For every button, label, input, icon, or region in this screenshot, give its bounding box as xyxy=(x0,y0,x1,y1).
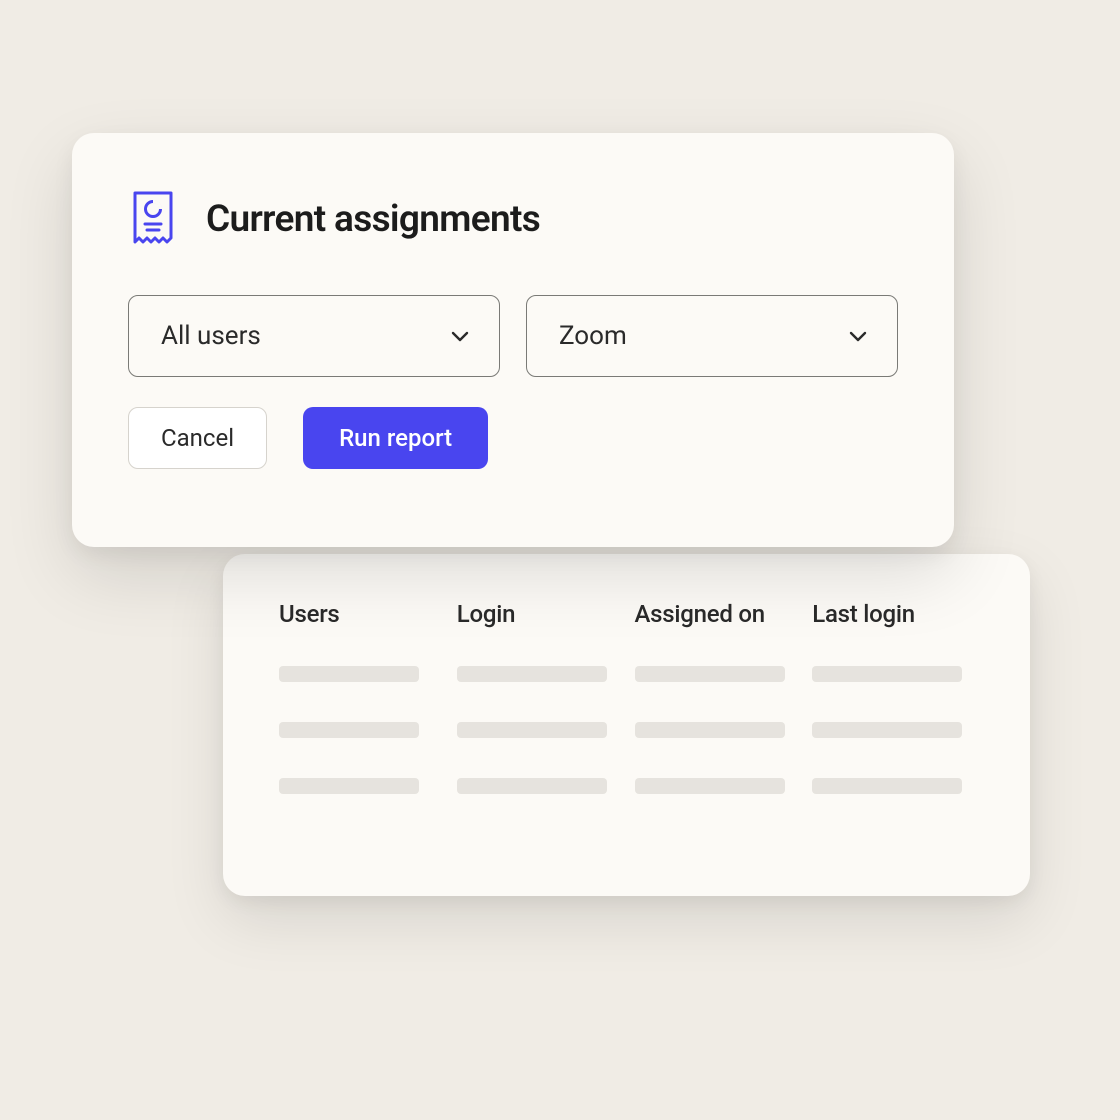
app-select[interactable]: Zoom xyxy=(526,295,898,377)
skeleton-cell xyxy=(279,666,419,682)
results-header: Users Login Assigned on Last login xyxy=(279,600,974,628)
card-header: Current assignments xyxy=(128,191,898,247)
column-header-users: Users xyxy=(279,600,441,628)
skeleton-cell xyxy=(279,722,419,738)
skeleton-cell xyxy=(635,722,785,738)
skeleton-cell xyxy=(635,778,785,794)
skeleton-cell xyxy=(812,722,962,738)
skeleton-cell xyxy=(457,666,607,682)
chevron-down-icon xyxy=(449,325,471,347)
selects-row: All users Zoom xyxy=(128,295,898,377)
controls-card: Current assignments All users Zoom xyxy=(72,133,954,547)
column-header-assigned-on: Assigned on xyxy=(635,600,797,628)
app-select-label: Zoom xyxy=(559,321,627,351)
results-card: Users Login Assigned on Last login xyxy=(223,554,1030,896)
chevron-down-icon xyxy=(847,325,869,347)
skeleton-cell xyxy=(457,778,607,794)
skeleton-cell xyxy=(635,666,785,682)
skeleton-cell xyxy=(812,778,962,794)
cancel-button[interactable]: Cancel xyxy=(128,407,267,469)
column-header-login: Login xyxy=(457,600,619,628)
skeleton-cell xyxy=(279,778,419,794)
run-report-button[interactable]: Run report xyxy=(303,407,488,469)
column-header-last-login: Last login xyxy=(812,600,974,628)
skeleton-cell xyxy=(812,666,962,682)
results-body xyxy=(279,666,974,834)
report-icon xyxy=(128,191,178,247)
skeleton-cell xyxy=(457,722,607,738)
users-select-label: All users xyxy=(161,321,261,351)
users-select[interactable]: All users xyxy=(128,295,500,377)
actions-row: Cancel Run report xyxy=(128,407,898,469)
card-title: Current assignments xyxy=(206,198,540,241)
